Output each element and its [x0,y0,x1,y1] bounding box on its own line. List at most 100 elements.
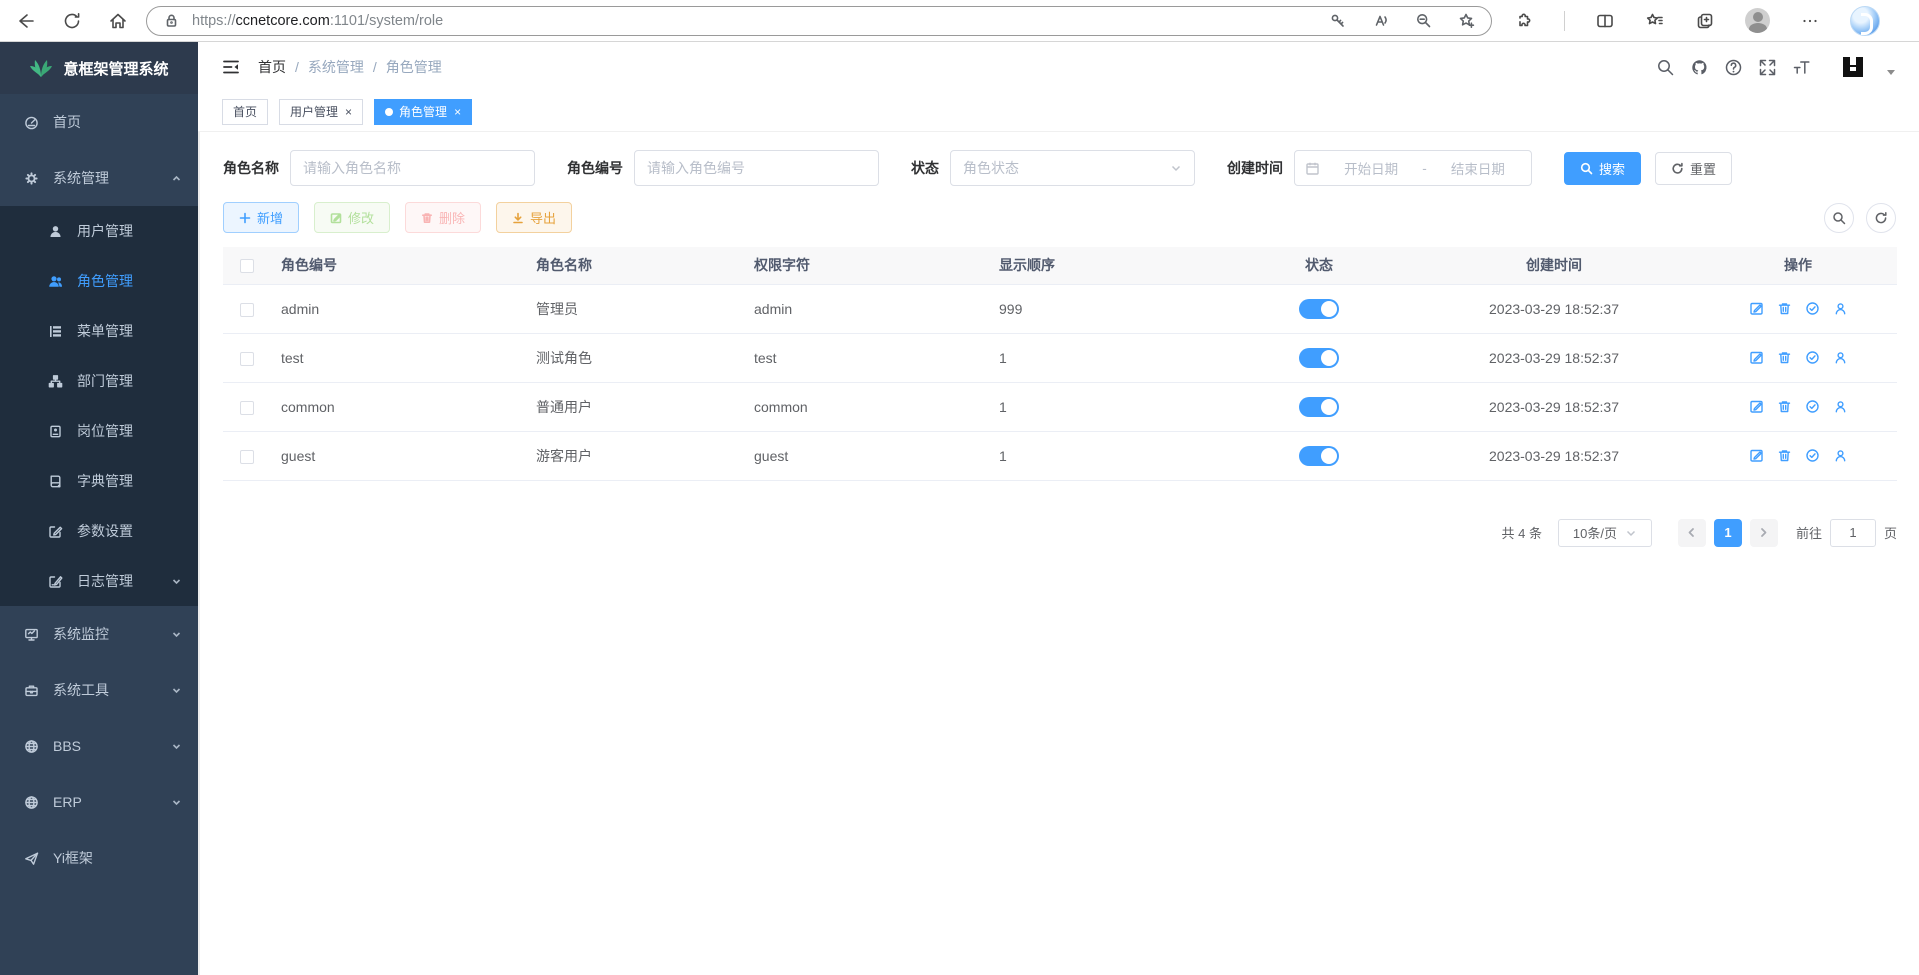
add-button[interactable]: 新增 [223,202,299,233]
github-icon[interactable] [1690,58,1709,77]
prev-page-button[interactable] [1678,519,1706,547]
profile-avatar[interactable] [1745,8,1770,33]
search-button[interactable]: 搜索 [1564,152,1641,185]
help-icon[interactable] [1724,58,1743,77]
tags-view-bar: 首页 用户管理 × 角色管理 × [198,92,1919,132]
select-all-checkbox[interactable] [240,259,254,273]
url-text[interactable]: https://ccnetcore.com:1101/system/role [192,13,1329,29]
copilot-icon[interactable] [1850,6,1880,36]
sidebar-item-monitor[interactable]: 系统监控 [0,606,198,662]
row-checkbox[interactable] [240,450,254,464]
sidebar-item-departments[interactable]: 部门管理 [0,356,198,406]
tab-close-icon[interactable]: × [454,106,461,118]
extensions-icon[interactable] [1514,11,1534,31]
home-icon[interactable] [108,11,128,31]
user-icon [48,224,63,239]
role-name-input[interactable] [290,150,535,186]
calendar-icon [1305,161,1320,176]
check-circle-icon[interactable] [1805,350,1820,365]
col-actions: 操作 [1699,247,1897,284]
goto-label: 前往 [1796,523,1822,542]
sidebar-item-yi-framework[interactable]: Yi框架 [0,830,198,886]
globe-icon [24,795,39,810]
page-number-1[interactable]: 1 [1714,519,1742,547]
sidebar-fold-icon[interactable] [222,58,240,76]
zoom-out-icon[interactable] [1415,12,1432,29]
sidebar-item-home[interactable]: 首页 [0,94,198,150]
edit-icon[interactable] [1749,399,1764,414]
yi-avatar[interactable] [1840,54,1866,80]
sidebar-item-parameters[interactable]: 参数设置 [0,506,198,556]
sidebar-item-dictionary[interactable]: 字典管理 [0,456,198,506]
assign-user-icon[interactable] [1833,448,1848,463]
reset-button[interactable]: 重置 [1655,152,1732,185]
tab-copy-icon[interactable] [1695,11,1715,31]
status-select[interactable]: 角色状态 [950,150,1195,186]
row-checkbox[interactable] [240,401,254,415]
leaf-icon [29,56,53,80]
tab-user-management[interactable]: 用户管理 × [279,99,363,125]
address-bar[interactable]: https://ccnetcore.com:1101/system/role [146,6,1492,36]
sidebar-item-users[interactable]: 用户管理 [0,206,198,256]
export-button[interactable]: 导出 [496,202,572,233]
key-icon[interactable] [1329,12,1346,29]
sidebar-item-erp[interactable]: ERP [0,774,198,830]
sidebar-item-bbs[interactable]: BBS [0,718,198,774]
refresh-icon [1671,162,1684,175]
next-page-button[interactable] [1750,519,1778,547]
row-checkbox[interactable] [240,352,254,366]
status-toggle[interactable] [1299,397,1339,417]
more-icon[interactable] [1800,11,1820,31]
delete-icon[interactable] [1777,399,1792,414]
status-toggle[interactable] [1299,446,1339,466]
edit-icon[interactable] [1749,301,1764,316]
assign-user-icon[interactable] [1833,399,1848,414]
search-icon [1832,211,1846,225]
edit-icon[interactable] [1749,448,1764,463]
assign-user-icon[interactable] [1833,350,1848,365]
sidebar-item-tools[interactable]: 系统工具 [0,662,198,718]
tab-close-icon[interactable]: × [345,106,352,118]
chevron-right-icon [1758,527,1769,538]
sidebar-item-logs[interactable]: 日志管理 [0,556,198,606]
delete-button[interactable]: 删除 [405,202,481,233]
delete-icon[interactable] [1777,350,1792,365]
page-size-select[interactable]: 10条/页 [1558,519,1652,547]
read-aloud-icon[interactable] [1372,12,1389,29]
assign-user-icon[interactable] [1833,301,1848,316]
sidebar-item-system[interactable]: 系统管理 [0,150,198,206]
sidebar-item-menus[interactable]: 菜单管理 [0,306,198,356]
delete-icon[interactable] [1777,448,1792,463]
sidebar-item-posts[interactable]: 岗位管理 [0,406,198,456]
search-icon[interactable] [1656,58,1675,77]
edit-button[interactable]: 修改 [314,202,390,233]
check-circle-icon[interactable] [1805,301,1820,316]
refresh-icon[interactable] [62,11,82,31]
app-logo[interactable]: 意框架管理系统 [0,42,198,94]
date-range-picker[interactable]: 开始日期 - 结束日期 [1294,150,1532,186]
show-search-button[interactable] [1824,203,1854,233]
breadcrumb-home[interactable]: 首页 [258,57,286,77]
start-date-placeholder: 开始日期 [1328,158,1414,178]
tab-role-management[interactable]: 角色管理 × [374,99,472,125]
status-toggle[interactable] [1299,348,1339,368]
status-toggle[interactable] [1299,299,1339,319]
favorite-add-icon[interactable] [1458,12,1475,29]
caret-down-icon[interactable] [1887,70,1895,75]
back-icon[interactable] [16,11,36,31]
sidebar: 意框架管理系统 首页 系统管理 用户管理 角色管理 菜单管理 [0,42,198,975]
refresh-table-button[interactable] [1866,203,1896,233]
collections-icon[interactable] [1645,11,1665,31]
delete-icon[interactable] [1777,301,1792,316]
fullscreen-icon[interactable] [1758,58,1777,77]
font-size-icon[interactable] [1792,58,1811,77]
page-jump-input[interactable] [1830,519,1876,547]
role-code-input[interactable] [634,150,879,186]
check-circle-icon[interactable] [1805,448,1820,463]
edit-icon[interactable] [1749,350,1764,365]
split-screen-icon[interactable] [1595,11,1615,31]
sidebar-item-roles[interactable]: 角色管理 [0,256,198,306]
check-circle-icon[interactable] [1805,399,1820,414]
tab-home[interactable]: 首页 [222,99,268,125]
row-checkbox[interactable] [240,303,254,317]
